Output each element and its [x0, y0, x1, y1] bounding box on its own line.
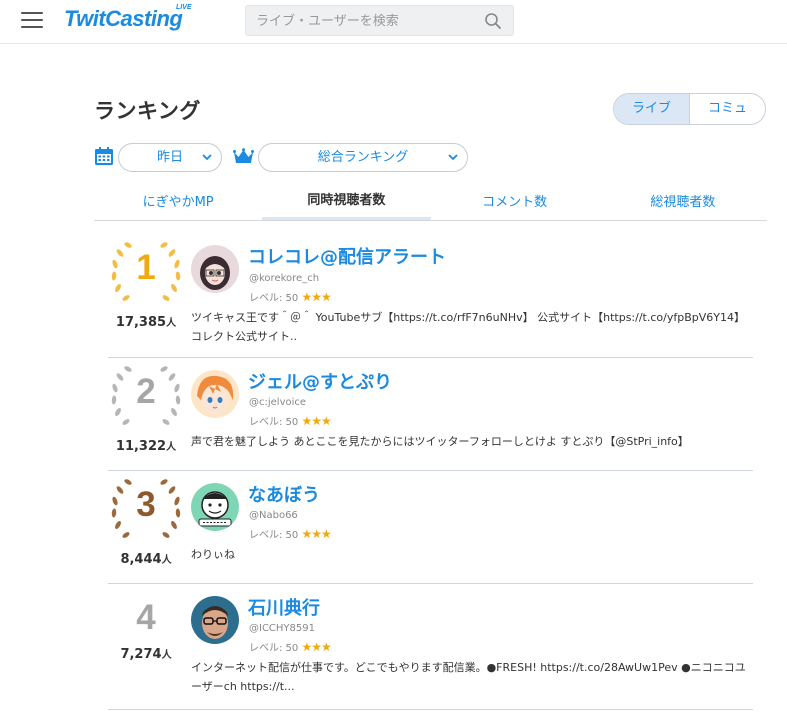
level-stars-icon: ★★★ [301, 640, 331, 654]
search-box [245, 5, 514, 36]
chevron-down-icon [202, 154, 212, 161]
ranking-row[interactable]: 1 17,385人 コレコレ@配信アラート @korekore_ch レベル: … [108, 232, 753, 358]
twitcasting-logo[interactable]: TwitCasting LIVE [64, 4, 192, 36]
tab-nigiyaka-mp[interactable]: にぎやかMP [94, 186, 262, 220]
rank-number: 1 [136, 248, 156, 287]
chevron-down-icon [448, 154, 458, 161]
level-stars-icon: ★★★ [301, 527, 331, 541]
user-name[interactable]: 石川典行 [248, 594, 320, 620]
avatar[interactable] [191, 370, 239, 418]
ranking-row[interactable]: 3 8,444人 なあぼう @Nabo66 レベル: 50 ★★★ わりぃね [108, 471, 753, 584]
user-level: レベル: 50 ★★★ [249, 527, 332, 541]
orange-hair-avatar-icon [191, 370, 239, 418]
anime-girl-avatar-icon [191, 245, 239, 293]
segment-community[interactable]: コミュ [690, 94, 765, 124]
avatar[interactable] [191, 483, 239, 531]
viewer-count: 17,385人 [115, 315, 177, 330]
day-select[interactable]: 昨日 [118, 143, 222, 172]
rank-number: 3 [136, 485, 156, 524]
rank-number: 2 [136, 372, 156, 411]
rank-number: 4 [136, 598, 156, 637]
viewer-count: 11,322人 [115, 439, 177, 454]
tab-total-viewers[interactable]: 総視聴者数 [599, 186, 767, 220]
profile-comment: インターネット配信が仕事です。どこでもやります配信業。●FRESH! https… [191, 661, 746, 693]
ranking-row[interactable]: 4 7,274人 石川典行 @ICCHY8591 レベル: 50 ★★★ インタ… [108, 584, 753, 710]
tab-concurrent-viewers[interactable]: 同時視聴者数 [262, 186, 431, 220]
ranking-tabs: にぎやかMP 同時視聴者数 コメント数 総視聴者数 [94, 186, 767, 221]
profile-comment: わりぃね [191, 548, 235, 561]
top-header: TwitCasting LIVE [0, 0, 787, 44]
category-segment: ライブ コミュ [613, 93, 766, 125]
tab-comments[interactable]: コメント数 [431, 186, 599, 220]
viewer-count: 7,274人 [120, 647, 172, 662]
level-stars-icon: ★★★ [301, 290, 331, 304]
search-input[interactable] [256, 11, 481, 31]
user-level: レベル: 50 ★★★ [249, 640, 332, 654]
man-glasses-avatar-icon [191, 596, 239, 644]
calendar-icon [95, 147, 113, 165]
user-id: @ICCHY8591 [249, 623, 315, 634]
user-id: @Nabo66 [249, 510, 298, 521]
user-id: @korekore_ch [249, 273, 320, 284]
user-level: レベル: 50 ★★★ [249, 414, 332, 428]
cartoon-face-avatar-icon [191, 483, 239, 531]
segment-live[interactable]: ライブ [614, 94, 690, 124]
user-level: レベル: 50 ★★★ [249, 290, 332, 304]
user-name[interactable]: ジェル@すとぷり [248, 368, 392, 394]
viewer-count: 8,444人 [120, 552, 172, 567]
page-title: ランキング [94, 99, 201, 123]
avatar[interactable] [191, 245, 239, 293]
user-id: @c:jelvoice [249, 397, 307, 408]
profile-comment: 声で君を魅了しよう あとここを見たからにはツイッターフォローしとけよ すとぷり【… [191, 435, 689, 448]
avatar[interactable] [191, 596, 239, 644]
level-stars-icon: ★★★ [301, 414, 331, 428]
profile-comment: ツイキャス王です＾＠＾ YouTubeサブ【https://t.co/rfF7n… [191, 311, 745, 343]
ranking-type-select[interactable]: 総合ランキング [258, 143, 468, 172]
ranking-row[interactable]: 2 11,322人 ジェル@すとぷり @c:jelvoice レベル: 50 ★… [108, 358, 753, 471]
hamburger-menu-icon[interactable] [21, 12, 43, 30]
user-name[interactable]: なあぼう [248, 481, 320, 507]
user-name[interactable]: コレコレ@配信アラート [248, 243, 446, 269]
search-icon[interactable] [484, 12, 502, 30]
crown-icon [233, 148, 254, 163]
